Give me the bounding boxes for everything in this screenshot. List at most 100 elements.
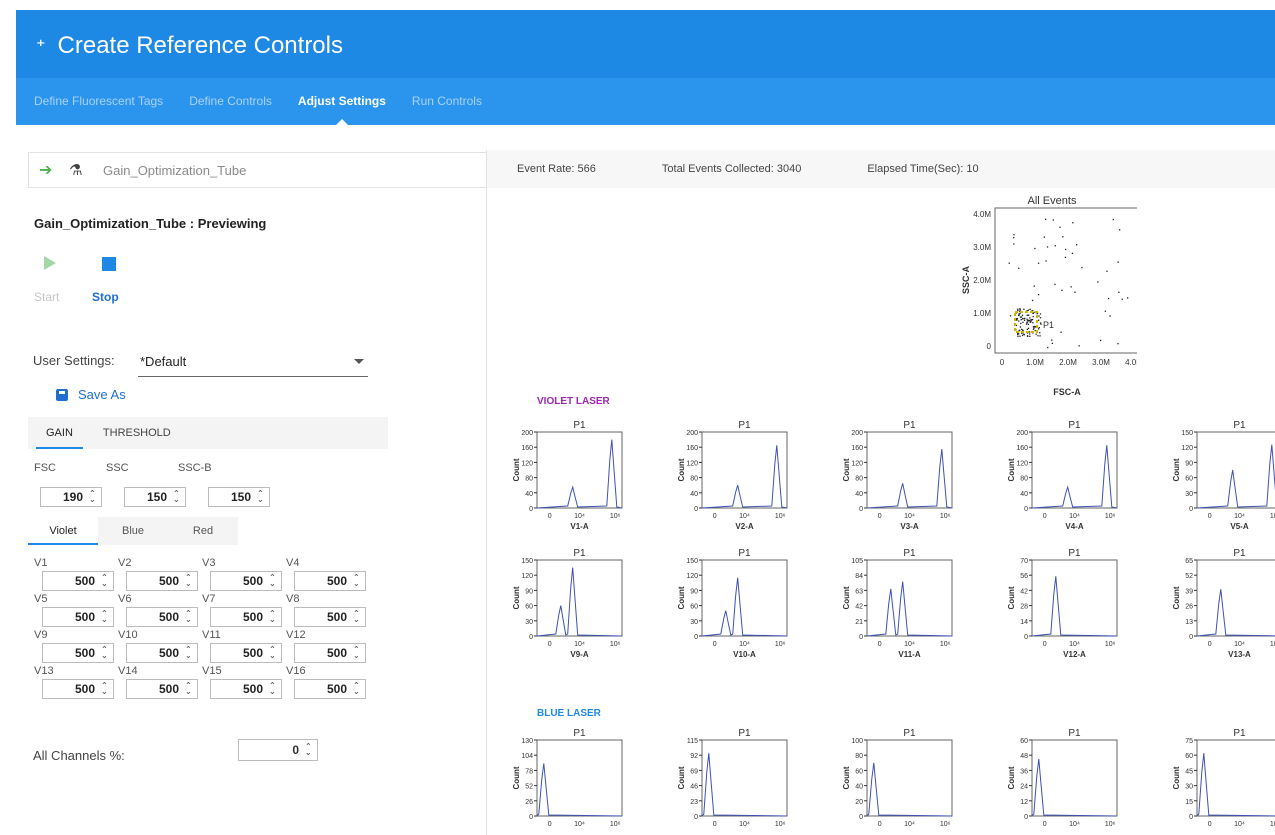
channel-label: V2 [118,557,132,569]
ssc-b-stepper[interactable]: 150 ⌃ ⌄ [208,487,270,507]
channel-stepper[interactable]: 500 ⌃ ⌄ [294,607,366,627]
histogram-v13-a[interactable]: P1 0 13 26 39 52 65 0 10⁴ 10⁶ Count V13-A [1172,548,1275,659]
histogram-ytick: 200 [521,430,533,437]
fsc-stepper[interactable]: 190 ⌃ ⌄ [40,487,102,507]
histogram-blue-13[interactable]: P1 0 12 24 36 48 60 0 10⁴ 10⁶ Count [1007,728,1118,828]
play-icon[interactable] [44,256,56,270]
tab-adjust-settings[interactable]: Adjust Settings [298,78,386,125]
histogram-xtick: 10⁶ [610,513,621,520]
save-as-button[interactable]: Save As [56,387,126,402]
histogram-ytick: 26 [525,799,533,806]
tab-define-fluorescent-tags[interactable]: Define Fluorescent Tags [34,78,163,125]
histogram-blue-14[interactable]: P1 0 15 30 45 60 75 0 10⁴ 10⁶ Count [1172,728,1275,828]
histogram-ylabel: Count [677,586,686,609]
histogram-ytick: 0 [1024,634,1028,641]
preview-title: Gain_Optimization_Tube : Previewing [34,216,267,231]
channel-stepper[interactable]: 500 ⌃ ⌄ [294,571,366,591]
histogram-xtick: 0 [878,513,882,520]
histogram-blue-12[interactable]: P1 0 20 40 60 80 100 0 10⁴ 10⁶ Count [842,728,953,828]
histogram-title: P1 [1068,420,1081,431]
histogram-ytick: 120 [1016,460,1028,467]
histogram-ytick: 75 [1185,738,1193,745]
histogram-xtick: 0 [548,513,552,520]
channel-cell: V2 500 ⌃ ⌄ [118,557,202,591]
histogram-blue-11[interactable]: P1 0 23 46 69 92 115 0 10⁴ 10⁶ Count [677,728,788,828]
histogram-ylabel: Count [1172,458,1181,481]
stop-button[interactable]: Stop [92,290,119,304]
histogram-xtick: 10⁴ [1234,641,1245,648]
tube-name: Gain_Optimization_Tube [103,162,247,178]
channel-stepper[interactable]: 500 ⌃ ⌄ [210,607,282,627]
channel-stepper[interactable]: 500 ⌃ ⌄ [126,679,198,699]
histogram-ytick: 30 [1185,784,1193,791]
histogram-v10-a[interactable]: P1 0 30 60 90 120 150 0 10⁴ 10⁶ Count V10-A [677,548,788,659]
channel-label: V6 [118,593,132,605]
histogram-ytick: 90 [690,588,698,595]
histogram-ytick: 150 [686,558,698,565]
histogram-xtick: 10⁶ [940,821,951,828]
histogram-ytick: 21 [855,619,863,626]
channel-stepper[interactable]: 500 ⌃ ⌄ [42,679,114,699]
histogram-v5-a[interactable]: P1 0 30 60 90 120 150 0 10⁴ 10⁶ Count V5-A [1172,420,1275,531]
histogram-v2-a[interactable]: P1 0 40 80 120 160 200 0 10⁴ 10⁶ Count V2-A [677,420,788,531]
channel-stepper[interactable]: 500 ⌃ ⌄ [42,607,114,627]
channel-label: V4 [286,557,300,569]
channel-stepper[interactable]: 500 ⌃ ⌄ [210,679,282,699]
histogram-blue-10[interactable]: P1 0 26 52 78 104 130 0 10⁴ 10⁶ Count [512,728,623,828]
channel-stepper[interactable]: 500 ⌃ ⌄ [42,643,114,663]
user-settings-dropdown[interactable]: *Default [138,347,368,377]
histogram-xtick: 10⁶ [940,641,951,648]
plots-panel: Event Rate: 566 Total Events Collected: … [486,150,1275,835]
laser-tabs: Violet Blue Red [28,517,238,545]
histogram-ytick: 160 [521,445,533,452]
tab-gain[interactable]: GAIN [36,417,83,449]
tube-bar[interactable]: ➔ ⚗ Gain_Optimization_Tube [28,152,488,188]
channel-cell: V9 500 ⌃ ⌄ [34,629,118,663]
arrow-right-icon[interactable]: ➔ [39,160,69,180]
channel-stepper[interactable]: 500 ⌃ ⌄ [42,571,114,591]
channel-stepper[interactable]: 500 ⌃ ⌄ [294,643,366,663]
tab-red[interactable]: Red [168,517,238,545]
channel-stepper[interactable]: 500 ⌃ ⌄ [126,643,198,663]
tab-blue[interactable]: Blue [98,517,168,545]
histogram-ytick: 100 [851,738,863,745]
histogram-ytick: 120 [686,573,698,580]
tab-violet[interactable]: Violet [28,517,98,545]
histogram-title: P1 [738,420,751,431]
channel-stepper[interactable]: 500 ⌃ ⌄ [294,679,366,699]
tab-threshold[interactable]: THRESHOLD [93,417,181,449]
histogram-v4-a[interactable]: P1 0 40 80 120 160 200 0 10⁴ 10⁶ Count V4-A [1007,420,1118,531]
channel-stepper[interactable]: 500 ⌃ ⌄ [210,643,282,663]
histogram-ytick: 28 [1020,604,1028,611]
ssc-stepper[interactable]: 150 ⌃ ⌄ [124,487,186,507]
histogram-frame [1031,739,1118,817]
all-channels-stepper[interactable]: 0 ⌃ ⌄ [238,739,318,761]
channel-stepper[interactable]: 500 ⌃ ⌄ [126,607,198,627]
tab-run-controls[interactable]: Run Controls [412,78,482,125]
stop-icon[interactable] [102,257,116,271]
histogram-title: P1 [903,420,916,431]
histogram-ytick: 80 [525,476,533,483]
settings-panel: ➔ ⚗ Gain_Optimization_Tube Gain_Optimiza… [16,125,488,835]
start-button[interactable]: Start [34,290,59,304]
histogram-ytick: 104 [521,753,533,760]
histogram-v11-a[interactable]: P1 0 21 42 63 84 105 0 10⁴ 10⁶ Count V11-A [842,548,953,659]
channel-label: V3 [202,557,216,569]
channel-label: V11 [202,629,221,641]
histogram-xtick: 0 [713,641,717,648]
histogram-xtick: 10⁶ [1270,641,1275,648]
channel-label: V1 [34,557,48,569]
histogram-ytick: 42 [855,604,863,611]
histogram-v12-a[interactable]: P1 0 14 28 42 56 70 0 10⁴ 10⁶ Count V12-A [1007,548,1118,659]
violet-channel-row: V9 500 ⌃ ⌄ V10 500 ⌃ ⌄ V11 500 ⌃ ⌄ V12 500 ⌃ ⌄ [34,629,374,665]
histogram-v3-a[interactable]: P1 0 40 80 120 160 200 0 10⁴ 10⁶ Count V3-A [842,420,953,531]
histogram-v1-a[interactable]: P1 0 40 80 120 160 200 0 10⁴ 10⁶ Count V1-A [512,420,623,531]
channel-stepper[interactable]: 500 ⌃ ⌄ [210,571,282,591]
channel-stepper[interactable]: 500 ⌃ ⌄ [126,571,198,591]
histogram-v9-a[interactable]: P1 0 30 60 90 120 150 0 10⁴ 10⁶ Count V9-A [512,548,623,659]
tab-define-controls[interactable]: Define Controls [189,78,272,125]
histogram-ylabel: Count [1007,766,1016,789]
histogram-ytick: 39 [1185,588,1193,595]
histogram-xtick: 10⁴ [904,513,915,520]
channel-cell: V7 500 ⌃ ⌄ [202,593,286,627]
